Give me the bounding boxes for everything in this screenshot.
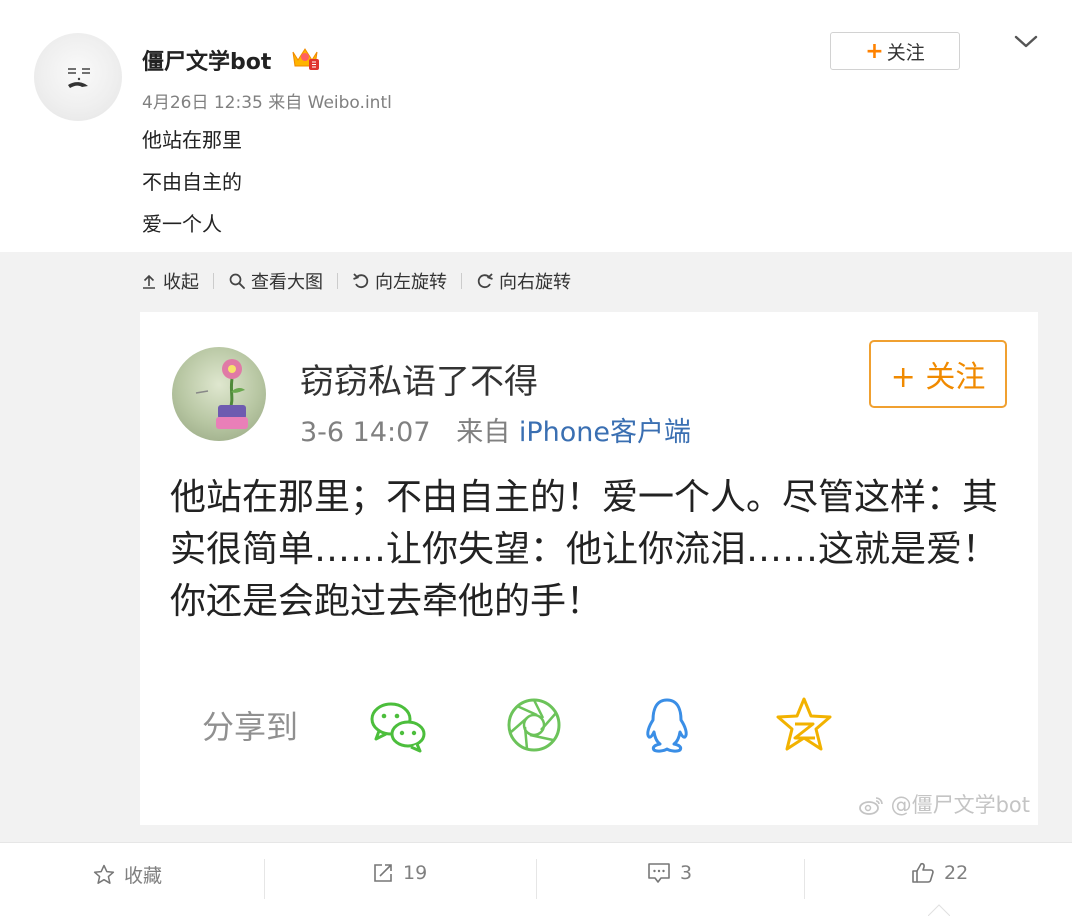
weibo-logo-icon xyxy=(858,793,891,817)
rotate-right-button[interactable]: 向右旋转 xyxy=(476,268,571,294)
post-image[interactable]: 窃窃私语了不得 + 关注 3-6 14:07 来自 iPhone客户端 他站在那… xyxy=(140,312,1038,825)
action-divider xyxy=(536,859,537,899)
post-meta: 4月26日 12:35 来自 Weibo.intl xyxy=(142,93,392,113)
caret-up-icon xyxy=(927,901,951,917)
inner-post-source: iPhone客户端 xyxy=(518,417,691,448)
collapse-button[interactable]: 收起 xyxy=(140,268,199,294)
collapse-icon xyxy=(143,274,155,289)
repost-count: 19 xyxy=(403,862,428,884)
toolbar-separator xyxy=(213,273,214,289)
plus-icon: + xyxy=(865,38,884,64)
toolbar-separator xyxy=(461,273,462,289)
search-icon xyxy=(229,273,245,289)
wechat-icon xyxy=(367,694,429,756)
action-divider xyxy=(264,859,265,899)
moments-icon xyxy=(503,694,565,756)
inner-follow-button: + 关注 xyxy=(869,340,1007,408)
follow-button[interactable]: + 关注 xyxy=(830,32,960,70)
follow-label: 关注 xyxy=(886,41,925,64)
star-icon xyxy=(93,864,115,884)
rotate-left-label: 向左旋转 xyxy=(375,272,447,293)
inner-post-time: 3-6 14:07 xyxy=(300,417,431,448)
repost-button[interactable]: 19 xyxy=(371,861,427,885)
favorite-button[interactable]: 收藏 xyxy=(92,861,162,888)
toolbar-separator xyxy=(337,273,338,289)
collapse-label: 收起 xyxy=(163,272,199,293)
post-text-line: 不由自主的 xyxy=(142,170,242,194)
avatar[interactable] xyxy=(34,33,122,121)
rotate-right-icon xyxy=(477,273,493,289)
watermark-text: @僵尸文学bot xyxy=(890,793,1030,817)
watermark: @僵尸文学bot xyxy=(858,789,1030,819)
favorite-label: 收藏 xyxy=(124,865,163,887)
comment-count: 3 xyxy=(680,862,693,884)
view-large-button[interactable]: 查看大图 xyxy=(228,268,323,294)
inner-post-from: 来自 xyxy=(456,417,511,448)
comment-icon xyxy=(648,863,670,883)
action-bar: 收藏 19 3 22 xyxy=(0,842,1072,917)
comment-button[interactable]: 3 xyxy=(646,861,692,885)
action-divider xyxy=(804,859,805,899)
username[interactable]: 僵尸文学bot xyxy=(142,44,271,76)
rotate-left-icon xyxy=(353,273,369,289)
inner-username: 窃窃私语了不得 xyxy=(300,362,538,402)
qq-icon xyxy=(636,694,698,756)
post-text-line: 他站在那里 xyxy=(142,128,242,152)
qzone-icon xyxy=(773,694,835,756)
inner-post-meta: 3-6 14:07 来自 iPhone客户端 xyxy=(300,410,691,449)
inner-post-text: 他站在那里；不由自主的！爱一个人。尽管这样：其实很简单……让你失望：他让你流泪…… xyxy=(170,477,999,622)
image-toolbar: 收起 查看大图 向左旋转 向右旋转 xyxy=(140,266,571,296)
inner-avatar xyxy=(172,347,266,441)
rotate-right-label: 向右旋转 xyxy=(499,272,571,293)
repost-icon xyxy=(374,864,392,882)
like-icon xyxy=(912,862,934,883)
vip-crown-icon xyxy=(290,44,320,72)
like-button[interactable]: 22 xyxy=(910,861,968,885)
share-label: 分享到 xyxy=(202,708,299,746)
rotate-left-button[interactable]: 向左旋转 xyxy=(352,268,447,294)
like-count: 22 xyxy=(944,862,969,884)
chevron-down-icon[interactable] xyxy=(1010,28,1042,56)
view-large-label: 查看大图 xyxy=(251,272,323,293)
post-text-line: 爱一个人 xyxy=(142,212,222,236)
